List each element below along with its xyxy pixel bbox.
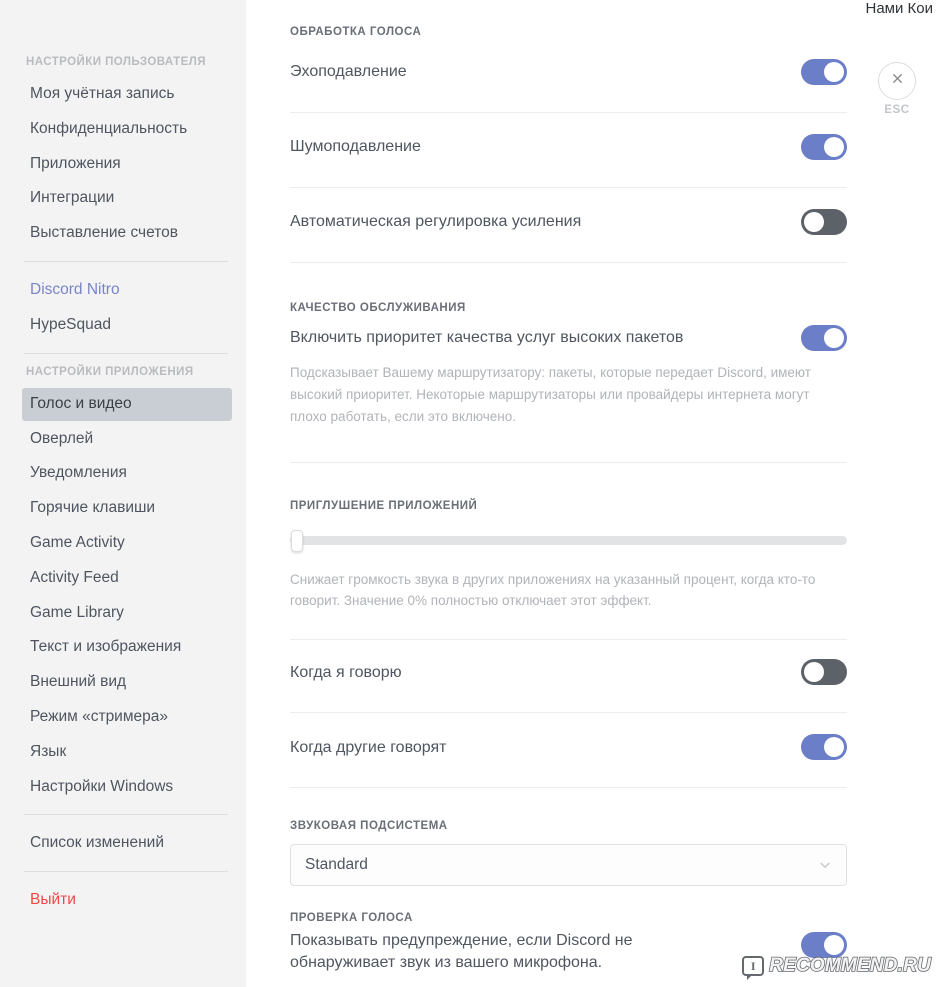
settings-window: НАСТРОЙКИ ПОЛЬЗОВАТЕЛЯ Моя учётная запис… — [0, 0, 939, 987]
toggle-when-i-speak[interactable] — [801, 659, 847, 686]
sidebar-item-notifications[interactable]: Уведомления — [22, 457, 232, 490]
setting-description-qos: Подсказывает Вашему маршрутизатору: паке… — [290, 365, 811, 424]
setting-row-qos-high-packet-priority: Включить приоритет качества услуг высоки… — [290, 320, 847, 356]
toggle-knob — [824, 935, 844, 956]
sidebar-header-user-settings: НАСТРОЙКИ ПОЛЬЗОВАТЕЛЯ — [26, 56, 206, 68]
section-header-attenuation: ПРИГЛУШЕНИЕ ПРИЛОЖЕНИЙ — [290, 499, 478, 512]
sidebar-item-integrations[interactable]: Интеграции — [22, 182, 232, 215]
dropdown-audio-subsystem[interactable]: Standard — [290, 844, 847, 887]
sidebar-header-app-settings: НАСТРОЙКИ ПРИЛОЖЕНИЯ — [26, 365, 194, 378]
slider-track[interactable] — [290, 536, 847, 546]
close-icon — [890, 71, 905, 91]
setting-row-when-others-speak: Когда другие говорят — [290, 725, 847, 769]
user-name-label: Нами Кои — [865, 0, 934, 17]
sidebar-item-hypesquad[interactable]: HypeSquad — [22, 309, 232, 342]
sidebar-item-discord-nitro[interactable]: Discord Nitro — [22, 274, 232, 307]
sidebar-item-activity-feed[interactable]: Activity Feed — [22, 562, 232, 595]
sidebar-divider-2 — [24, 352, 228, 354]
setting-label-echo-cancellation: Эхоподавление — [290, 63, 407, 81]
sidebar-item-voice-and-video[interactable]: Голос и видео — [22, 387, 232, 421]
sidebar-item-overlay[interactable]: Оверлей — [22, 423, 232, 456]
row-divider — [290, 112, 847, 113]
section-header-audio-subsystem: ЗВУКОВАЯ ПОДСИСТЕМА — [290, 820, 448, 833]
sidebar-item-game-library[interactable]: Game Library — [22, 597, 232, 630]
toggle-noise-suppression[interactable] — [801, 134, 847, 160]
row-divider — [290, 639, 847, 641]
toggle-knob — [804, 212, 824, 232]
setting-row-noise-suppression: Шумоподавление — [290, 125, 847, 169]
setting-label-when-i-speak: Когда я говорю — [290, 663, 402, 681]
toggle-echo-cancellation[interactable] — [801, 59, 847, 85]
toggle-voice-check-warning[interactable] — [801, 932, 847, 959]
setting-label-noise-suppression: Шумоподавление — [290, 138, 421, 156]
close-button[interactable] — [878, 62, 916, 100]
close-button-label: ESC — [884, 104, 910, 116]
row-divider — [290, 262, 847, 263]
sidebar-item-changelog[interactable]: Список изменений — [22, 827, 232, 860]
sidebar-item-appearance[interactable]: Внешний вид — [22, 666, 232, 699]
toggle-knob — [824, 137, 844, 157]
sidebar-item-logout[interactable]: Выйти — [22, 884, 232, 917]
sidebar-item-text-and-images[interactable]: Текст и изображения — [22, 631, 232, 664]
sidebar-divider-3 — [24, 814, 228, 816]
sidebar-divider-1 — [24, 261, 228, 263]
toggle-knob — [804, 662, 824, 683]
sidebar-item-privacy[interactable]: Конфиденциальность — [22, 113, 232, 146]
close-settings-control[interactable]: ESC — [877, 62, 917, 116]
chevron-down-icon — [818, 858, 832, 872]
section-header-quality-of-service: КАЧЕСТВО ОБСЛУЖИВАНИЯ — [290, 302, 466, 314]
toggle-automatic-gain-control[interactable] — [801, 209, 847, 235]
setting-row-echo-cancellation: Эхоподавление — [290, 50, 847, 94]
row-divider — [290, 461, 847, 463]
row-divider — [290, 187, 847, 188]
toggle-knob — [824, 737, 844, 758]
toggle-when-others-speak[interactable] — [801, 734, 847, 761]
setting-label-voice-check-warning: Показывать предупреждение, если Discord … — [290, 932, 633, 971]
sidebar-item-game-activity[interactable]: Game Activity — [22, 527, 232, 560]
sidebar-item-apps[interactable]: Приложения — [22, 148, 232, 181]
sidebar-item-language[interactable]: Язык — [22, 736, 232, 769]
slider-attenuation[interactable] — [290, 529, 847, 552]
setting-row-when-i-speak: Когда я говорю — [290, 650, 847, 694]
toggle-knob — [824, 328, 844, 348]
settings-sidebar: НАСТРОЙКИ ПОЛЬЗОВАТЕЛЯ Моя учётная запис… — [0, 0, 246, 987]
section-header-voice-processing: ОБРАБОТКА ГОЛОСА — [290, 26, 422, 38]
dropdown-audio-subsystem-value: Standard — [305, 856, 368, 874]
setting-row-voice-check-warning: Показывать предупреждение, если Discord … — [290, 930, 847, 973]
sidebar-item-windows-settings[interactable]: Настройки Windows — [22, 771, 232, 804]
row-divider — [290, 787, 847, 789]
setting-label-qos-high-packet-priority: Включить приоритет качества услуг высоки… — [290, 329, 684, 347]
setting-description-attenuation: Снижает громкость звука в других приложе… — [290, 571, 816, 609]
setting-row-automatic-gain-control: Автоматическая регулировка усиления — [290, 200, 847, 244]
voice-and-video-settings-panel: ОБРАБОТКА ГОЛОСА Эхоподавление Шумоподав… — [246, 0, 939, 987]
toggle-knob — [824, 62, 844, 82]
row-divider — [290, 712, 847, 714]
sidebar-item-my-account[interactable]: Моя учётная запись — [22, 78, 232, 111]
sidebar-item-billing[interactable]: Выставление счетов — [22, 217, 232, 250]
toggle-qos-high-packet-priority[interactable] — [801, 325, 847, 351]
sidebar-divider-4 — [24, 871, 228, 873]
setting-label-automatic-gain-control: Автоматическая регулировка усиления — [290, 213, 582, 231]
sidebar-item-keybinds[interactable]: Горячие клавиши — [22, 492, 232, 525]
section-header-voice-check: ПРОВЕРКА ГОЛОСА — [290, 912, 413, 925]
sidebar-item-streamer-mode[interactable]: Режим «стримера» — [22, 701, 232, 734]
slider-handle[interactable] — [291, 529, 303, 552]
setting-label-when-others-speak: Когда другие говорят — [290, 738, 447, 756]
